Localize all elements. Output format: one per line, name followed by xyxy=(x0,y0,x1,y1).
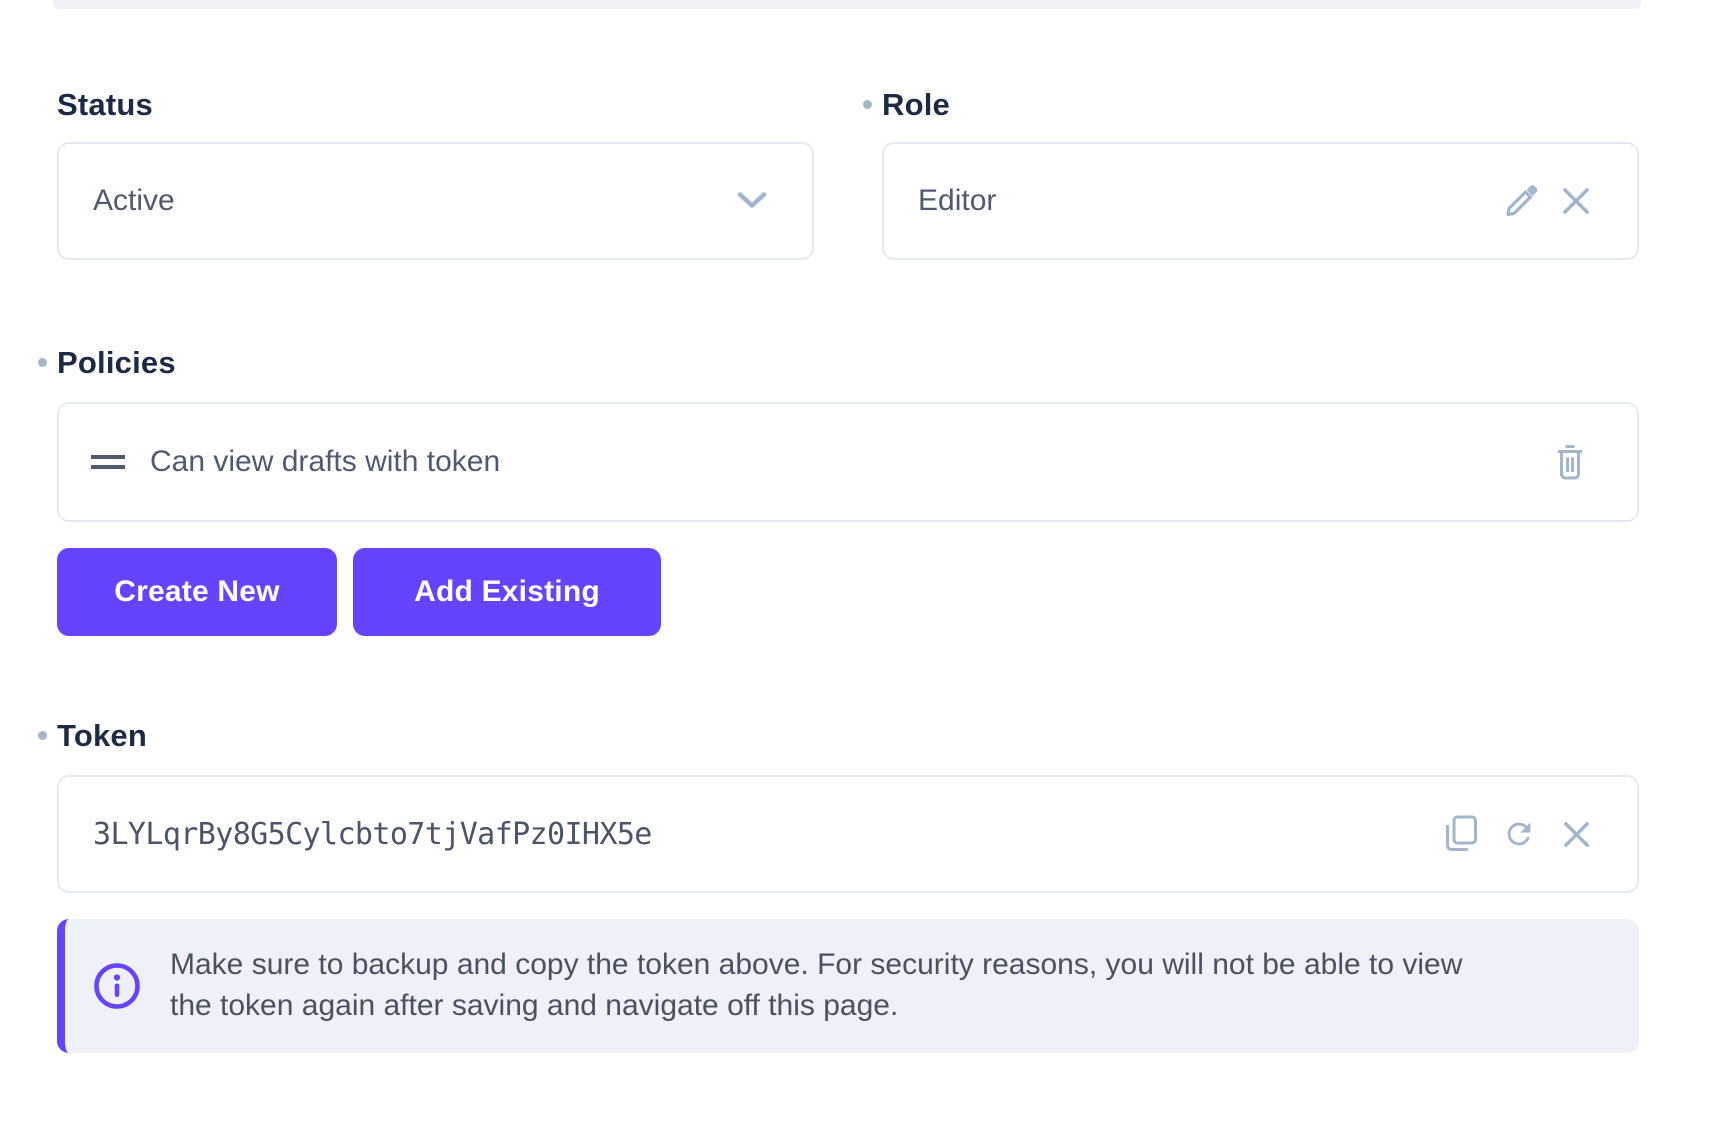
token-value: 3LYLqrBy8G5Cylcbto7tjVafPz0IHX5e xyxy=(93,817,1419,852)
chevron-down-icon xyxy=(736,191,768,211)
status-select-value: Active xyxy=(93,184,736,218)
copy-icon xyxy=(1443,815,1478,853)
close-icon xyxy=(1559,184,1593,218)
token-label: Token xyxy=(57,719,147,753)
policy-delete-button[interactable] xyxy=(1553,443,1587,481)
token-clear-button[interactable] xyxy=(1560,818,1593,851)
policy-list-item[interactable]: Can view drafts with token xyxy=(57,402,1639,522)
user-detail-form: Status Active Role Editor Policies Can v… xyxy=(0,0,1736,1132)
role-deselect-button[interactable] xyxy=(1559,184,1593,218)
role-input[interactable]: Editor xyxy=(882,142,1639,260)
edited-indicator-dot xyxy=(38,358,47,367)
token-copy-button[interactable] xyxy=(1443,815,1478,853)
edited-indicator-dot xyxy=(38,731,47,740)
trash-icon xyxy=(1553,443,1587,481)
role-edit-button[interactable] xyxy=(1502,182,1540,220)
create-new-button[interactable]: Create New xyxy=(57,548,337,636)
add-existing-button[interactable]: Add Existing xyxy=(353,548,661,636)
section-divider xyxy=(53,0,1641,9)
policies-label: Policies xyxy=(57,346,176,380)
status-label: Status xyxy=(57,88,153,122)
drag-handle-icon[interactable] xyxy=(90,453,126,471)
edited-indicator-dot xyxy=(863,100,872,109)
policy-name: Can view drafts with token xyxy=(150,445,1529,479)
role-label: Role xyxy=(882,88,950,122)
close-icon xyxy=(1560,818,1593,851)
role-value: Editor xyxy=(918,184,1483,218)
info-icon xyxy=(93,962,141,1010)
status-select[interactable]: Active xyxy=(57,142,814,260)
pencil-icon xyxy=(1502,182,1540,220)
token-backup-notice: Make sure to backup and copy the token a… xyxy=(57,919,1639,1053)
token-input[interactable]: 3LYLqrBy8G5Cylcbto7tjVafPz0IHX5e xyxy=(57,775,1639,893)
token-regenerate-button[interactable] xyxy=(1502,817,1536,851)
refresh-icon xyxy=(1502,817,1536,851)
notice-text: Make sure to backup and copy the token a… xyxy=(170,944,1490,1026)
